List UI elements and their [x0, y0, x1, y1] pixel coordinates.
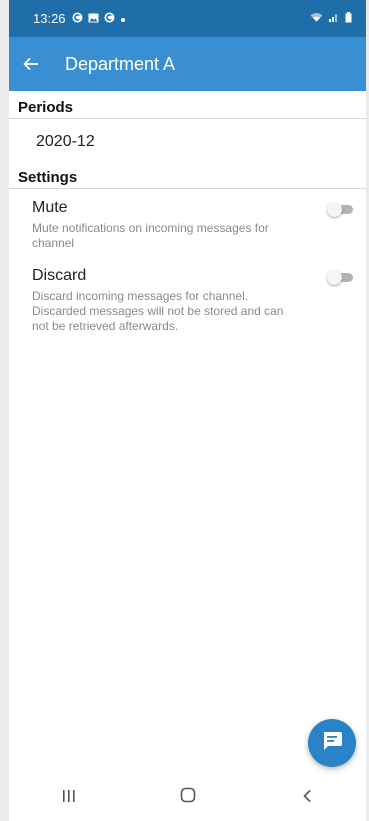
app-c-icon [104, 12, 115, 26]
page-title: Department A [65, 53, 176, 74]
discard-label: Discard [32, 267, 87, 284]
status-bar: 13:26 [9, 0, 366, 37]
toggle-thumb [327, 202, 342, 217]
back-icon[interactable] [277, 787, 337, 808]
mute-label: Mute [32, 199, 68, 216]
discard-toggle[interactable] [327, 270, 353, 285]
mute-description: Mute notifications on incoming messages … [32, 221, 269, 250]
recents-icon[interactable] [39, 787, 99, 808]
message-icon [321, 731, 343, 756]
settings-header: Settings [9, 161, 366, 189]
app-c-icon [72, 12, 83, 26]
wifi-icon [310, 12, 323, 25]
mute-setting[interactable]: Mute Mute notifications on incoming mess… [9, 189, 366, 257]
status-time: 13:26 [33, 11, 66, 26]
app-bar: Department A [9, 37, 366, 91]
status-notification-icons [72, 12, 126, 26]
dot-icon [120, 12, 126, 26]
period-item[interactable]: 2020-12 [9, 119, 366, 161]
mute-toggle[interactable] [327, 202, 353, 217]
toggle-thumb [327, 270, 342, 285]
phone-screen: 13:26 Department A Periods 2020-12 Setti… [9, 0, 366, 821]
image-icon [88, 12, 99, 26]
discard-description: Discard incoming messages for channel. D… [32, 289, 284, 333]
battery-icon [345, 11, 352, 26]
status-right-icons [310, 11, 352, 26]
arrow-left-icon[interactable] [23, 51, 59, 77]
periods-header: Periods [9, 91, 366, 119]
discard-setting[interactable]: Discard Discard incoming messages for ch… [9, 257, 366, 340]
home-icon[interactable] [158, 787, 218, 808]
system-nav-bar [9, 773, 366, 821]
new-message-button[interactable] [308, 719, 356, 767]
signal-icon [329, 12, 339, 25]
